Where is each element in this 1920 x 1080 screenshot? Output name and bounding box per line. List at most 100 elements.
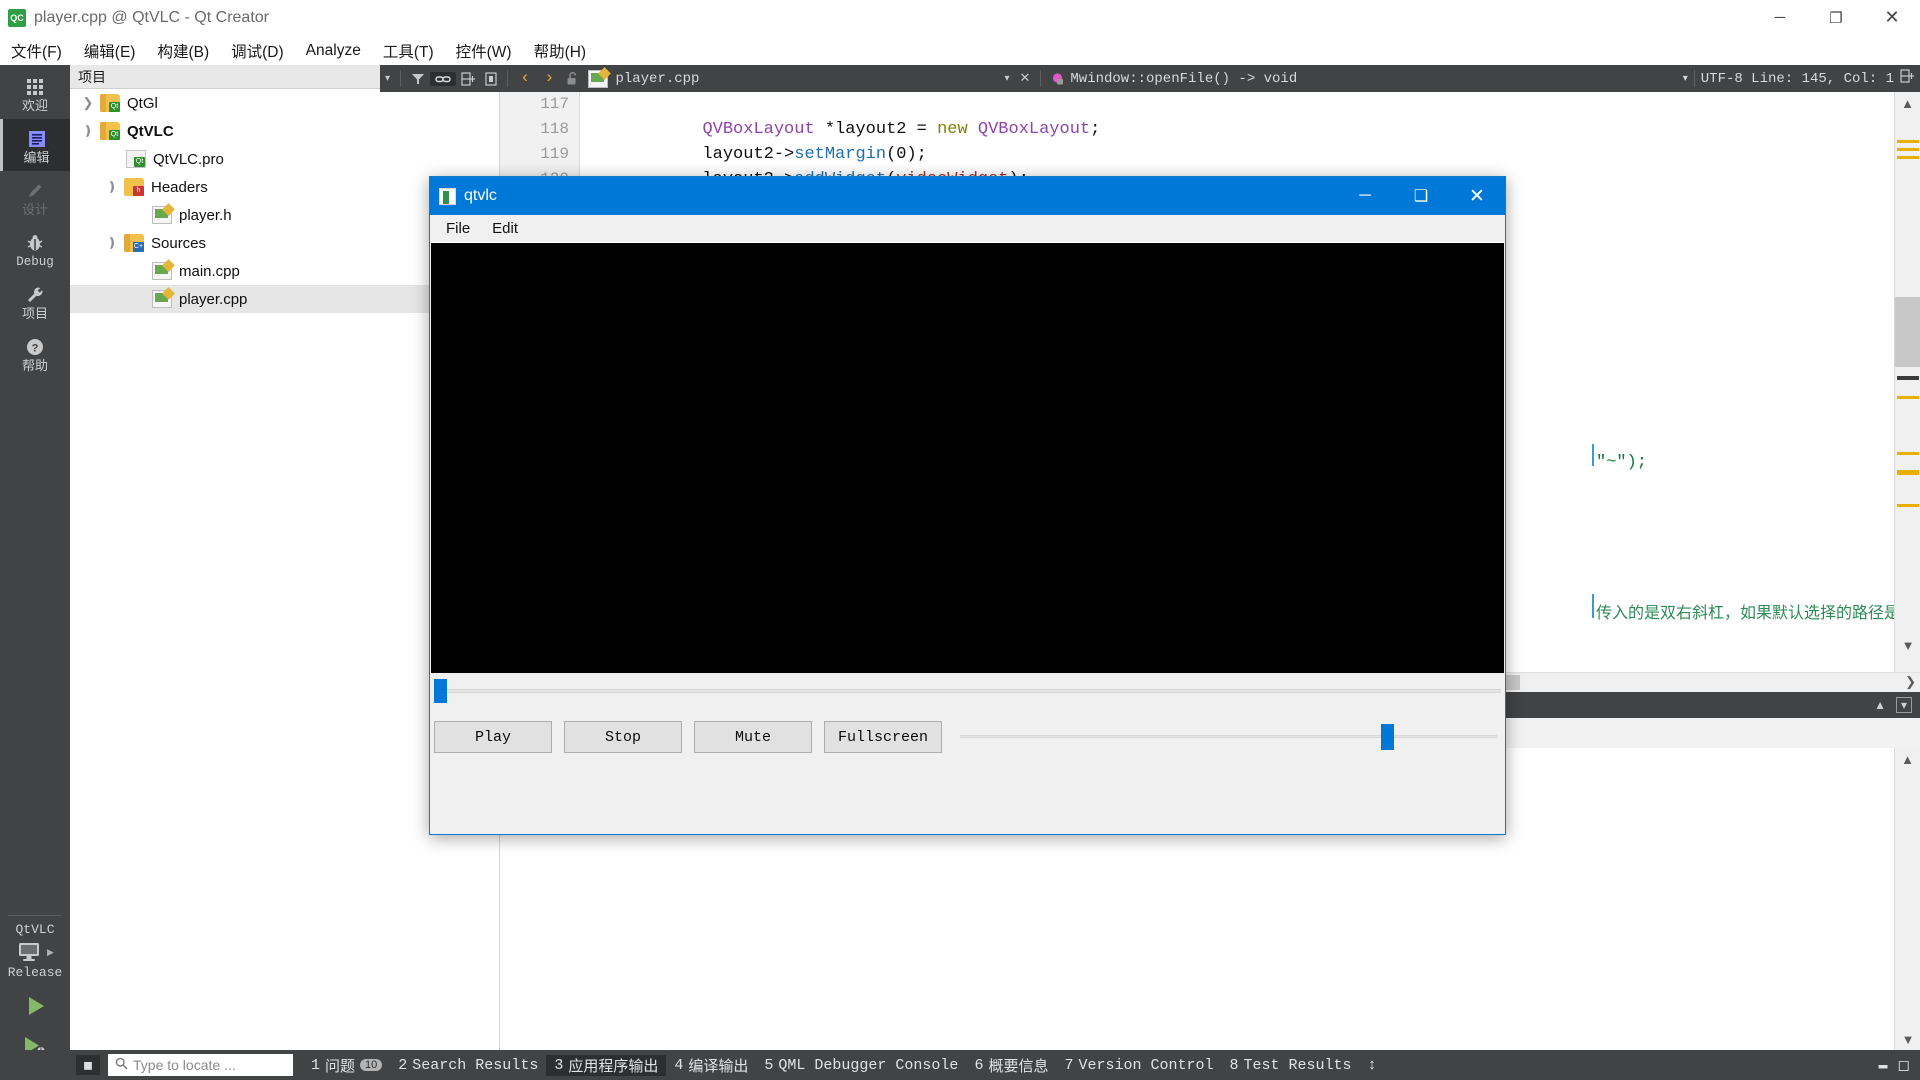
scroll-up-icon[interactable]: ▲ [1895,92,1920,114]
pane-tab-search-results[interactable]: 2 Search Results [390,1057,546,1074]
maximize-pane-icon[interactable]: ◻ [1898,1056,1910,1075]
menu-file[interactable]: 文件(F) [0,38,73,64]
editor-file-name: player.cpp [615,70,700,87]
overview-marker [1897,148,1919,151]
scroll-down-icon[interactable]: ▼ [1895,1028,1920,1050]
video-surface[interactable] [431,243,1504,673]
qt-project-folder-icon: Qt [100,122,120,140]
kit-selector[interactable]: QtVLC ▶ Release [0,920,70,986]
close-document-icon[interactable]: ✕ [1014,71,1035,86]
pane-options-icon[interactable]: ▾ [1895,697,1912,713]
sidebar-item-welcome[interactable]: 欢迎 [0,67,70,119]
tree-item-qtvlc[interactable]: ❫ Qt QtVLC [70,117,499,145]
pane-number: 5 [764,1056,774,1074]
unlocked-icon[interactable] [561,71,584,86]
tree-item-qtvlc-pro[interactable]: Qt QtVLC.pro [70,145,499,173]
qt-project-folder-icon: Qt [100,94,120,112]
overview-marker [1897,452,1919,455]
qtvlc-close-button[interactable]: ✕ [1449,177,1505,215]
minimize-pane-icon[interactable]: ▬ [1879,1057,1888,1074]
twisty-expanded-icon[interactable]: ❫ [100,179,124,195]
tree-item-qtgl[interactable]: ❯ Qt QtGl [70,89,499,117]
qtvlc-menu-file[interactable]: File [440,218,476,239]
sidebar-item-design[interactable]: 设计 [0,171,70,223]
navigate-forward-icon[interactable]: › [537,69,561,88]
editor-icon [27,128,47,150]
pane-tab-issues[interactable]: 1 问题 10 [303,1055,390,1076]
tree-label: Sources [151,234,207,252]
toolbar-divider-3 [1040,70,1042,87]
scroll-up-icon[interactable]: ▲ [1895,748,1920,770]
toolbar-dropdown[interactable]: ▾ [380,73,395,85]
editor-symbol-name[interactable]: Mwindow::openFile() -> void [1070,71,1297,87]
split-horizontal-icon[interactable] [456,71,480,86]
pane-number: 7 [1064,1056,1074,1074]
search-input[interactable]: Type to locate ... [108,1054,293,1076]
file-dropdown-icon[interactable]: ▾ [999,73,1014,85]
unsplit-icon[interactable] [480,71,502,86]
menu-tools[interactable]: 工具(T) [372,38,445,64]
qtvlc-maximize-button[interactable]: ❑ [1393,177,1449,215]
seek-slider-handle[interactable] [434,679,447,703]
scroll-right-icon[interactable]: ❯ [1905,674,1916,690]
pane-tab-general-messages[interactable]: 6 概要信息 [966,1055,1056,1076]
volume-slider-handle[interactable] [1380,724,1394,750]
navigate-back-icon[interactable]: ‹ [513,69,537,88]
code-token: QVBoxLayout [702,120,815,139]
collapse-pane-icon[interactable]: ▲ [1874,698,1886,712]
qtvlc-window[interactable]: qtvlc ─ ❑ ✕ File Edit Play Stop Mute Ful… [429,176,1506,835]
minimize-button[interactable]: ─ [1752,0,1808,36]
menu-help[interactable]: 帮助(H) [523,38,598,64]
menu-edit[interactable]: 编辑(E) [73,38,147,64]
play-button[interactable]: Play [434,721,552,753]
qtvlc-menu-edit[interactable]: Edit [486,218,524,239]
twisty-expanded-icon[interactable]: ❫ [76,123,100,139]
pane-tab-version-control[interactable]: 7 Version Control [1056,1057,1221,1074]
editor-vertical-scrollbar[interactable]: ▲ ▼ [1894,92,1920,680]
tree-label: QtVLC [127,122,174,140]
sidebar-item-debug[interactable]: Debug [0,223,70,275]
menu-build[interactable]: 构建(B) [146,38,220,64]
mute-button[interactable]: Mute [694,721,812,753]
pane-label: 编译输出 [688,1058,749,1076]
link-icon[interactable] [430,71,457,86]
run-button[interactable] [0,986,70,1026]
pane-resize-handle[interactable]: ↕ [1360,1057,1385,1074]
line-number: 117 [540,95,569,113]
sidebar-item-help[interactable]: ? 帮助 [0,327,70,379]
sidebar-item-edit[interactable]: 编辑 [0,119,70,171]
close-button[interactable]: ✕ [1864,0,1920,36]
overview-marker-current [1897,376,1919,380]
filter-icon[interactable] [406,72,430,86]
seek-slider-track [434,689,1501,693]
scrollbar-thumb[interactable] [1895,297,1920,367]
editor-toolbar: ▾ ‹ › player.cpp ▾ ✕ Mwindow::openFile()… [380,65,1920,92]
sidebar-label-welcome: 欢迎 [21,98,48,113]
right-dropdown-icon[interactable]: ▾ [1683,73,1688,85]
scroll-down-icon[interactable]: ▼ [1895,634,1920,656]
twisty-collapsed-icon[interactable]: ❯ [76,95,100,111]
sidebar-item-projects[interactable]: 项目 [0,275,70,327]
volume-slider[interactable] [954,721,1501,753]
menu-window[interactable]: 控件(W) [445,38,523,64]
encoding-line-col-status[interactable]: UTF-8 Line: 145, Col: 1 [1701,71,1894,87]
menu-analyze[interactable]: Analyze [295,40,372,62]
pane-tab-qml-debugger-console[interactable]: 5 QML Debugger Console [756,1057,966,1074]
stop-button[interactable]: Stop [564,721,682,753]
split-icon[interactable] [1900,69,1914,88]
editor-file-selector[interactable]: player.cpp [584,69,700,88]
output-pane-scrollbar[interactable]: ▲ ▼ [1894,748,1920,1050]
maximize-button[interactable]: ❐ [1808,0,1864,36]
code-token: 0 [896,145,907,164]
qtvlc-minimize-button[interactable]: ─ [1337,177,1393,215]
menu-debug[interactable]: 调试(D) [220,38,295,64]
fullscreen-button[interactable]: Fullscreen [824,721,942,753]
pane-tab-test-results[interactable]: 8 Test Results [1222,1057,1360,1074]
twisty-expanded-icon[interactable]: ❫ [100,235,124,251]
seek-slider[interactable] [430,673,1505,711]
sidebar-toggle-icon[interactable]: ◼ [76,1055,100,1075]
pane-tab-compile-output[interactable]: 4 编译输出 [666,1055,756,1076]
pane-tab-application-output[interactable]: 3 应用程序输出 [546,1054,667,1076]
status-badge: 10 [360,1059,383,1071]
